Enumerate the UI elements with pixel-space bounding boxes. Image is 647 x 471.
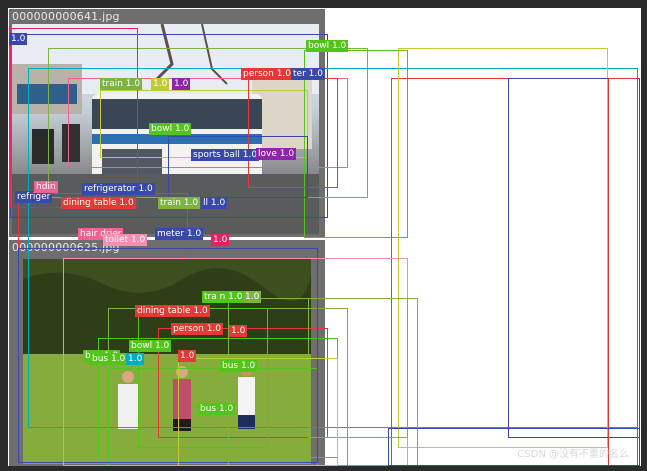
detection-label: 1.0 [172,78,191,90]
detection-overlay: bowl 1.0 person 1.0 ter 1.0 train 1.0 1.0 1.0… [8,8,641,466]
detection-label: sports ball 1.0 [191,149,260,161]
watermark-text: CSDN @没有不重的名么 [517,449,629,460]
viewer-frame: 000000000641.jpg 000000000625.jpg bowl 1… [0,0,647,471]
detection-label: bowl 1.0 [306,40,349,52]
detection-label: refrigerator 1.0 [82,183,155,195]
detection-label: 1.0 [243,291,262,303]
detection-label: 1.0 [9,33,28,45]
detection-label: train 1.0 [158,197,201,209]
detection-label: 1.0 [126,353,145,365]
detection-label: 1.0 [229,325,248,337]
detection-label: 1.0 [178,350,197,362]
detection-label: dining table 1.0 [61,197,136,209]
detection-label: bowl 1.0 [149,123,192,135]
detection-label: person 1.0 [171,323,224,335]
detection-label: love 1.0 [256,148,297,160]
detection-label: person 1.0 [241,68,294,80]
detection-label: dining table 1.0 [135,305,210,317]
detection-label: 1.0 [211,234,230,246]
detection-label: hdin [34,181,58,193]
detection-label: bus 1.0 [198,403,236,415]
detection-label: tra n 1.0 [202,291,245,303]
image-canvas: 000000000641.jpg 000000000625.jpg bowl 1… [8,8,641,466]
bounding-box [608,78,638,466]
detection-label: bus 1.0 [90,353,128,365]
detection-label: train 1.0 [100,78,143,90]
detection-label: bowl 1.0 [129,340,172,352]
detection-label: ll 1.0 [201,197,228,209]
detection-label: 1.0 [151,78,170,90]
bounding-box [10,28,138,208]
detection-label: ter 1.0 [291,68,325,80]
detection-label: meter 1.0 [155,228,204,240]
detection-label: bus 1.0 [220,360,258,372]
detection-label: toilet 1.0 [103,234,148,246]
